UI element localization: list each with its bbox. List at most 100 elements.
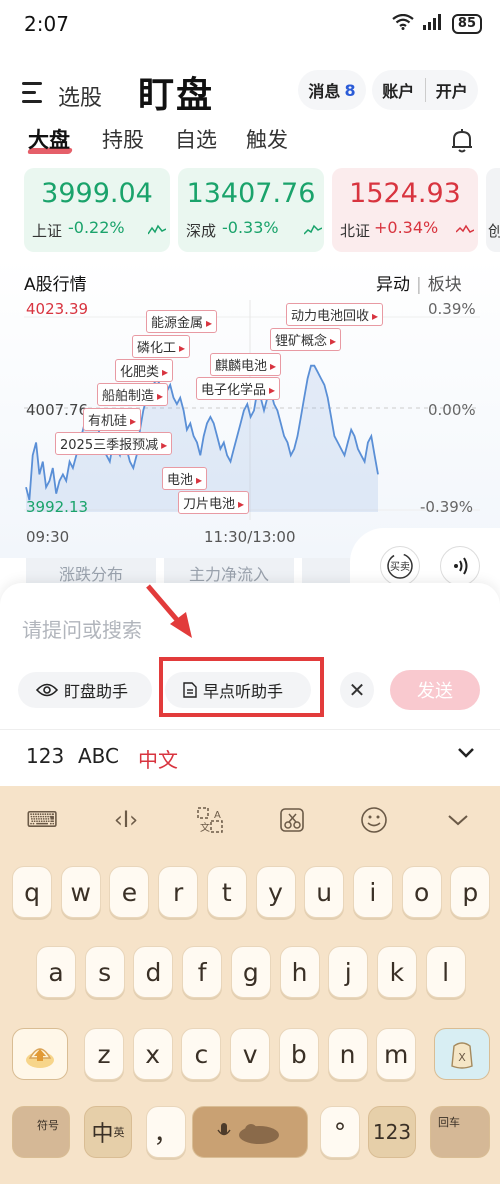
key-n[interactable]: n	[327, 1028, 368, 1080]
key-b[interactable]: b	[278, 1028, 319, 1080]
sector-tag[interactable]: 化肥类	[115, 359, 174, 382]
translate-icon[interactable]: A文	[190, 804, 230, 836]
index-card-sh[interactable]: 3999.04 上证 -0.22%	[24, 168, 170, 252]
sparkline-icon	[148, 224, 166, 235]
y-label-top: 4023.39	[26, 300, 89, 318]
key-x[interactable]: x	[132, 1028, 173, 1080]
key-p[interactable]: p	[450, 866, 491, 918]
status-time: 2:07	[24, 12, 69, 36]
key-c[interactable]: c	[181, 1028, 222, 1080]
tab-market[interactable]: 大盘	[28, 124, 70, 154]
key-y[interactable]: y	[255, 866, 296, 918]
keyboard: ⌨ ‹I› A文 qwertyuiop asdfghjkl zxcvbnm X …	[0, 786, 500, 1184]
tab-triggers[interactable]: 触发	[246, 124, 288, 154]
sector-tag[interactable]: 锂矿概念	[270, 328, 342, 351]
ime-mode-abc[interactable]: ABC	[78, 744, 119, 768]
cursor-move-icon[interactable]: ‹I›	[106, 804, 146, 836]
sector-tag[interactable]: 麒麟电池	[210, 353, 282, 376]
numbers-key[interactable]: 123	[368, 1106, 416, 1158]
sector-tag[interactable]: 刀片电池	[178, 491, 250, 514]
x-label-mid: 11:30/13:00	[204, 528, 296, 546]
sector-tag[interactable]: 动力电池回收	[286, 303, 384, 326]
enter-key[interactable]: 回车	[430, 1106, 490, 1158]
index-name: 创	[488, 222, 500, 240]
key-d[interactable]: d	[133, 946, 174, 998]
account-group: 账户 开户	[372, 70, 478, 110]
clipboard-icon[interactable]	[272, 804, 312, 836]
key-l[interactable]: l	[425, 946, 466, 998]
key-m[interactable]: m	[376, 1028, 417, 1080]
sector-tag[interactable]: 船舶制造	[97, 383, 169, 406]
key-period[interactable]: °	[320, 1106, 360, 1158]
sector-tag[interactable]: 2025三季报预减	[55, 432, 173, 455]
key-a[interactable]: a	[36, 946, 76, 998]
messages-count: 8	[344, 80, 356, 100]
index-name: 深成	[186, 222, 217, 240]
trade-label: 买卖	[390, 561, 410, 573]
menu-icon[interactable]	[22, 82, 46, 104]
space-key[interactable]	[192, 1106, 308, 1158]
delete-key[interactable]: X	[434, 1028, 490, 1080]
sparkline-icon	[304, 224, 322, 235]
key-i[interactable]: i	[352, 866, 393, 918]
chip-watch-assistant[interactable]: 盯盘助手	[18, 672, 152, 708]
key-h[interactable]: h	[279, 946, 320, 998]
key-z[interactable]: z	[84, 1028, 124, 1080]
y-pct-mid: 0.00%	[428, 401, 476, 419]
language-key-sub: 英	[113, 1126, 125, 1139]
sector-tag[interactable]: 电池	[162, 467, 208, 490]
symbol-key-label: 符号	[37, 1119, 59, 1132]
ime-mode-bar: 123 ABC 中文	[0, 729, 500, 785]
battery-icon: 85	[451, 14, 482, 34]
messages-button[interactable]: 消息 8	[298, 70, 366, 110]
key-q[interactable]: q	[12, 866, 52, 918]
collapse-chevron-icon[interactable]	[456, 742, 476, 767]
hide-keyboard-chevron-icon[interactable]	[438, 804, 478, 836]
x-label-start: 09:30	[26, 528, 70, 546]
y-label-mid: 4007.76	[26, 401, 89, 419]
tab-watchlist[interactable]: 自选	[175, 124, 217, 154]
key-o[interactable]: o	[401, 866, 442, 918]
key-v[interactable]: v	[230, 1028, 271, 1080]
sector-tag[interactable]: 有机硅	[83, 408, 142, 431]
ime-mode-123[interactable]: 123	[26, 744, 64, 768]
index-card-sz[interactable]: 13407.76 深成 -0.33%	[178, 168, 324, 252]
symbol-key[interactable]: 符号	[12, 1106, 70, 1158]
wifi-icon	[392, 13, 414, 34]
sector-tag[interactable]: 磷化工	[132, 335, 191, 358]
y-label-bottom: 3992.13	[26, 498, 89, 516]
ime-mode-chinese[interactable]: 中文	[138, 744, 178, 773]
index-card-bj[interactable]: 1524.93 北证 +0.34%	[332, 168, 478, 252]
language-switch-key[interactable]: 中英	[84, 1106, 132, 1158]
highlight-box	[159, 657, 324, 717]
key-u[interactable]: u	[304, 866, 345, 918]
voice-broadcast-icon[interactable]	[440, 546, 480, 586]
key-comma[interactable]: ，	[146, 1106, 186, 1158]
key-e[interactable]: e	[109, 866, 150, 918]
key-r[interactable]: r	[158, 866, 199, 918]
key-w[interactable]: w	[60, 866, 101, 918]
tab-holdings[interactable]: 持股	[102, 124, 144, 154]
key-s[interactable]: s	[84, 946, 125, 998]
emoji-icon[interactable]	[354, 804, 394, 836]
send-button[interactable]: 发送	[390, 670, 480, 710]
close-icon[interactable]: ✕	[340, 672, 374, 708]
stock-picker-link[interactable]: 选股	[58, 80, 102, 112]
trade-button[interactable]: 买卖	[380, 546, 420, 586]
search-input[interactable]: 请提问或搜索	[22, 614, 142, 643]
key-f[interactable]: f	[182, 946, 223, 998]
index-value: 1524.93	[349, 178, 461, 209]
page-title: 盯盘	[138, 75, 215, 116]
key-t[interactable]: t	[206, 866, 247, 918]
alarm-bell-icon[interactable]	[450, 128, 474, 154]
sector-tag[interactable]: 能源金属	[146, 310, 218, 333]
open-account-button[interactable]: 开户	[426, 78, 479, 102]
sector-tag[interactable]: 电子化学品	[196, 377, 281, 400]
index-card-cy[interactable]: 创	[486, 168, 500, 252]
key-g[interactable]: g	[230, 946, 271, 998]
keyboard-skin-icon[interactable]: ⌨	[22, 804, 62, 836]
shift-key[interactable]	[12, 1028, 68, 1080]
key-k[interactable]: k	[376, 946, 417, 998]
key-j[interactable]: j	[328, 946, 369, 998]
account-button[interactable]: 账户	[372, 78, 425, 102]
